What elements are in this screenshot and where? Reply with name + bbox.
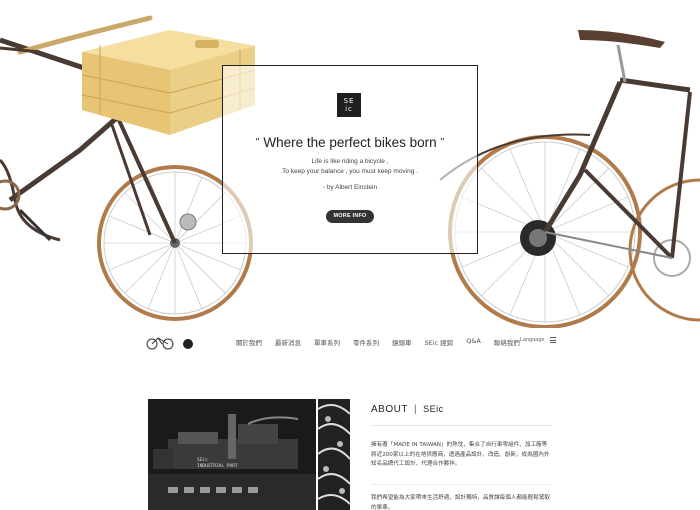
quote-line-2: To keep your balance , you must keep mov… xyxy=(282,168,418,175)
heading-separator: | xyxy=(413,404,418,415)
logo-text-line2: ic xyxy=(345,105,353,113)
divider xyxy=(371,425,551,426)
seic-logo: SE ic xyxy=(337,93,361,117)
parts-photo xyxy=(318,399,350,510)
about-brand: SEic xyxy=(423,404,444,414)
main-navigation: 關於我們 最新消息 單車系列 零件系列 鏡頭車 SEic 經銷 Q&A 聯絡我們… xyxy=(0,328,700,358)
about-paragraph-1: 擁有著「MADE IN TAIWAN」的熱忱，集合了自行車零組件、加工廠等將近2… xyxy=(371,442,550,467)
language-selector[interactable]: Language xyxy=(520,337,544,343)
about-title: ABOUT xyxy=(371,404,408,415)
hero-banner: SE ic " Where the perfect bikes born " Lif… xyxy=(0,0,700,328)
workshop-photo xyxy=(148,399,316,510)
caption-line-2: INDUSTRIAL PART xyxy=(197,464,238,469)
menu-icon[interactable] xyxy=(550,337,556,343)
nav-item-lens[interactable]: 鏡頭車 xyxy=(392,337,412,347)
nav-item-bikes[interactable]: 單車系列 xyxy=(314,337,340,347)
hero-title: " Where the perfect bikes born " xyxy=(222,135,478,150)
nav-item-parts[interactable]: 零件系列 xyxy=(353,337,379,347)
bike-logo-icon[interactable] xyxy=(144,333,194,351)
nav-item-dealers[interactable]: SEic 經銷 xyxy=(425,337,454,347)
nav-item-about[interactable]: 關於我們 xyxy=(236,337,262,347)
more-info-button[interactable]: MORE INFO xyxy=(326,210,374,223)
photo-caption: SEic INDUSTRIAL PART xyxy=(197,458,238,470)
logo-text-line1: SE xyxy=(343,97,355,105)
nav-item-qa[interactable]: Q&A xyxy=(466,337,481,347)
hero-title-text: Where the perfect bikes born xyxy=(263,135,437,150)
nav-menu: 關於我們 最新消息 單車系列 零件系列 鏡頭車 SEic 經銷 Q&A 聯絡我們 xyxy=(236,337,533,347)
about-heading: ABOUT | SEic xyxy=(371,404,444,415)
divider xyxy=(371,484,551,485)
quote-open-mark: " xyxy=(255,137,260,148)
quote-close-mark: " xyxy=(440,137,445,148)
nav-item-news[interactable]: 最新消息 xyxy=(275,337,301,347)
about-paragraph-2: 我們希望能為大家帶來生活舒適，設計獨特，品質讓每個人都能輕鬆駕馭的單車。 xyxy=(371,495,551,510)
quote-line-1: Life is like riding a bicycle , xyxy=(311,158,389,165)
quote-attribution: - by Albert Einstein xyxy=(322,184,378,191)
nav-item-contact[interactable]: 聯絡我們 xyxy=(494,337,520,347)
